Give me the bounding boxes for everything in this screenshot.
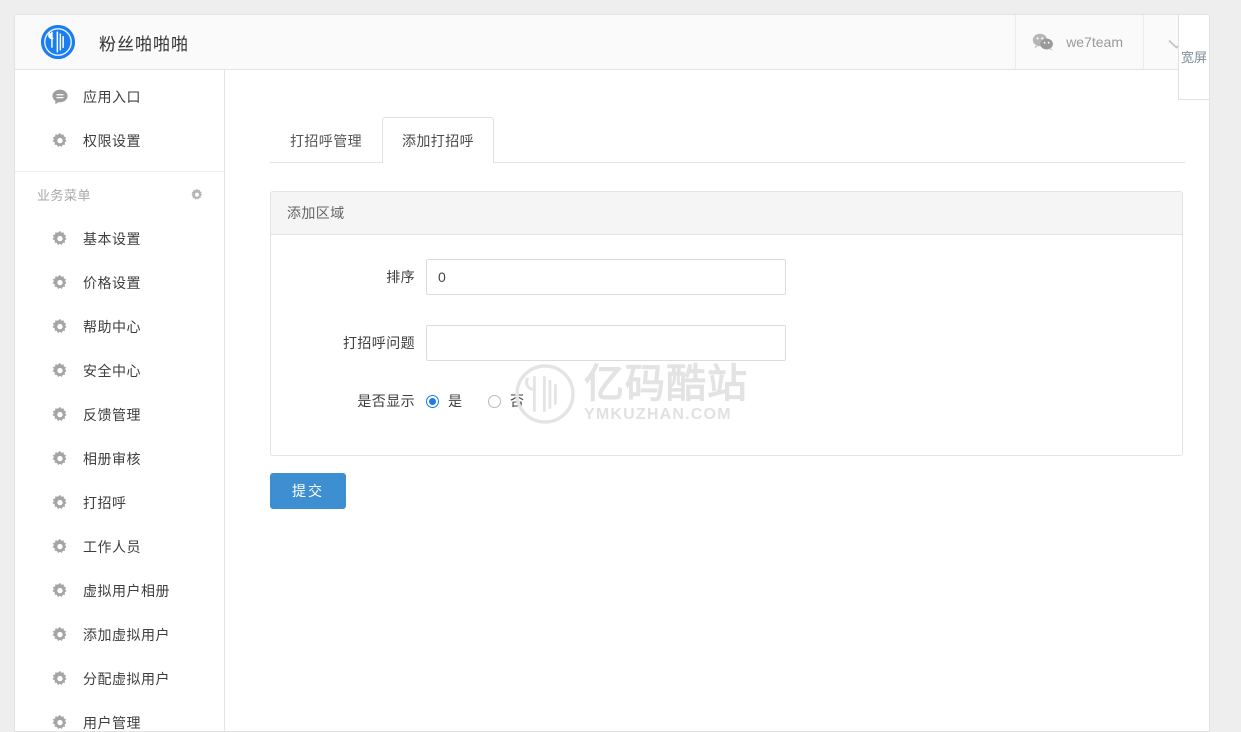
wechat-icon [1032, 33, 1054, 51]
sidebar-business-menu: 基本设置 价格设置 帮助中心 安全中心 反馈管理 相册审核 打招呼 工作人员 虚… [15, 217, 224, 731]
display-label: 是否显示 [357, 393, 415, 409]
display-control: 是 否 [426, 391, 524, 411]
sidebar-item-label: 价格设置 [83, 275, 141, 291]
sidebar-item-label: 用户管理 [83, 715, 141, 731]
main-content: 打招呼管理 添加打招呼 添加区域 亿码酷站 YMKUZHAN.COM 排序 0 … [226, 70, 1209, 731]
tab-bar: 打招呼管理 添加打招呼 [270, 116, 1185, 163]
sidebar-item-label: 权限设置 [83, 133, 141, 149]
sidebar-item-help-center[interactable]: 帮助中心 [15, 305, 224, 349]
sort-label: 排序 [386, 269, 415, 285]
gear-icon [51, 132, 69, 150]
sidebar-item-virtual-user-album[interactable]: 虚拟用户相册 [15, 569, 224, 613]
sidebar-item-add-virtual-user[interactable]: 添加虚拟用户 [15, 613, 224, 657]
ym-logo-icon [41, 25, 75, 59]
app-window: 粉丝啪啪啪 we7team 应用入口 权限设置 业务菜单 基本设置 价格设置 帮… [14, 14, 1210, 732]
sidebar-item-greeting[interactable]: 打招呼 [15, 481, 224, 525]
sidebar-item-feedback-management[interactable]: 反馈管理 [15, 393, 224, 437]
gear-icon [51, 670, 69, 688]
brand: 粉丝啪啪啪 [15, 25, 189, 59]
sidebar-item-label: 帮助中心 [83, 319, 141, 335]
panel-title: 添加区域 [271, 192, 1182, 235]
gear-icon [51, 582, 69, 600]
sidebar-item-staff[interactable]: 工作人员 [15, 525, 224, 569]
sidebar-top-group: 应用入口 权限设置 [15, 70, 224, 172]
sidebar-item-label: 相册审核 [83, 451, 141, 467]
sidebar-item-price-settings[interactable]: 价格设置 [15, 261, 224, 305]
gear-icon [51, 494, 69, 512]
account-area[interactable]: we7team [1015, 15, 1143, 69]
gear-icon [51, 362, 69, 380]
display-radio-no[interactable]: 否 [488, 391, 524, 411]
sidebar-group-title: 业务菜单 [37, 188, 92, 203]
form-row-display: 是否显示 是 否 [271, 391, 1182, 411]
radio-mark-icon [426, 394, 439, 408]
sidebar-item-permission-settings[interactable]: 权限设置 [15, 119, 224, 163]
radio-label: 是 [448, 393, 462, 409]
tab-greeting-management[interactable]: 打招呼管理 [270, 117, 382, 163]
sidebar-item-label: 基本设置 [83, 231, 141, 247]
question-label: 打招呼问题 [343, 335, 415, 351]
radio-label: 否 [510, 393, 524, 409]
gear-icon [51, 274, 69, 292]
gear-icon [51, 538, 69, 556]
widescreen-toggle[interactable]: 宽屏 [1178, 15, 1209, 100]
sort-input[interactable] [426, 259, 786, 295]
sidebar-item-security-center[interactable]: 安全中心 [15, 349, 224, 393]
form-row-sort: 排序 [271, 259, 1182, 295]
question-control [426, 325, 786, 361]
sidebar-item-basic-settings[interactable]: 基本设置 [15, 217, 224, 261]
sidebar-item-label: 应用入口 [83, 89, 141, 105]
sidebar-item-label: 分配虚拟用户 [83, 671, 170, 687]
sidebar-item-label: 添加虚拟用户 [83, 627, 170, 643]
sidebar-item-user-management[interactable]: 用户管理 [15, 701, 224, 731]
question-input[interactable] [426, 325, 786, 361]
sidebar-item-assign-virtual-user[interactable]: 分配虚拟用户 [15, 657, 224, 701]
sidebar-item-app-entry[interactable]: 应用入口 [15, 75, 224, 119]
add-area-panel: 添加区域 亿码酷站 YMKUZHAN.COM 排序 0 打招呼问题 是否显示 是… [270, 191, 1183, 456]
gear-icon [51, 450, 69, 468]
panel-body: 亿码酷站 YMKUZHAN.COM 排序 打招呼问题 [271, 235, 1182, 455]
sidebar-group-header: 业务菜单 [15, 172, 224, 217]
gear-icon [51, 406, 69, 424]
sidebar-item-label: 虚拟用户相册 [83, 583, 170, 599]
gear-icon [51, 230, 69, 248]
form-row-question: 打招呼问题 [271, 325, 1182, 361]
chat-bubble-icon [51, 88, 69, 106]
submit-area: 提交 [270, 473, 1209, 509]
widescreen-label: 宽屏 [1180, 49, 1207, 65]
display-radio-yes[interactable]: 是 [426, 391, 462, 411]
app-header: 粉丝啪啪啪 we7team [15, 15, 1209, 70]
sidebar-item-album-review[interactable]: 相册审核 [15, 437, 224, 481]
submit-button[interactable]: 提交 [270, 473, 346, 509]
tab-label: 添加打招呼 [402, 132, 474, 149]
app-title: 粉丝啪啪啪 [99, 34, 189, 54]
sidebar-item-label: 反馈管理 [83, 407, 141, 423]
tab-label: 打招呼管理 [290, 132, 362, 149]
sidebar: 应用入口 权限设置 业务菜单 基本设置 价格设置 帮助中心 安全中心 反馈管理 … [15, 70, 225, 731]
gear-icon[interactable] [190, 188, 204, 202]
tab-add-greeting[interactable]: 添加打招呼 [382, 117, 494, 163]
gear-icon [51, 626, 69, 644]
sidebar-item-label: 工作人员 [83, 539, 141, 555]
sidebar-item-label: 打招呼 [83, 495, 127, 511]
sidebar-item-label: 安全中心 [83, 363, 141, 379]
gear-icon [51, 318, 69, 336]
display-radio-group: 是 否 [426, 391, 524, 411]
account-name: we7team [1066, 34, 1123, 50]
gear-icon [51, 714, 69, 731]
radio-mark-icon [488, 394, 501, 408]
sort-control [426, 259, 786, 295]
